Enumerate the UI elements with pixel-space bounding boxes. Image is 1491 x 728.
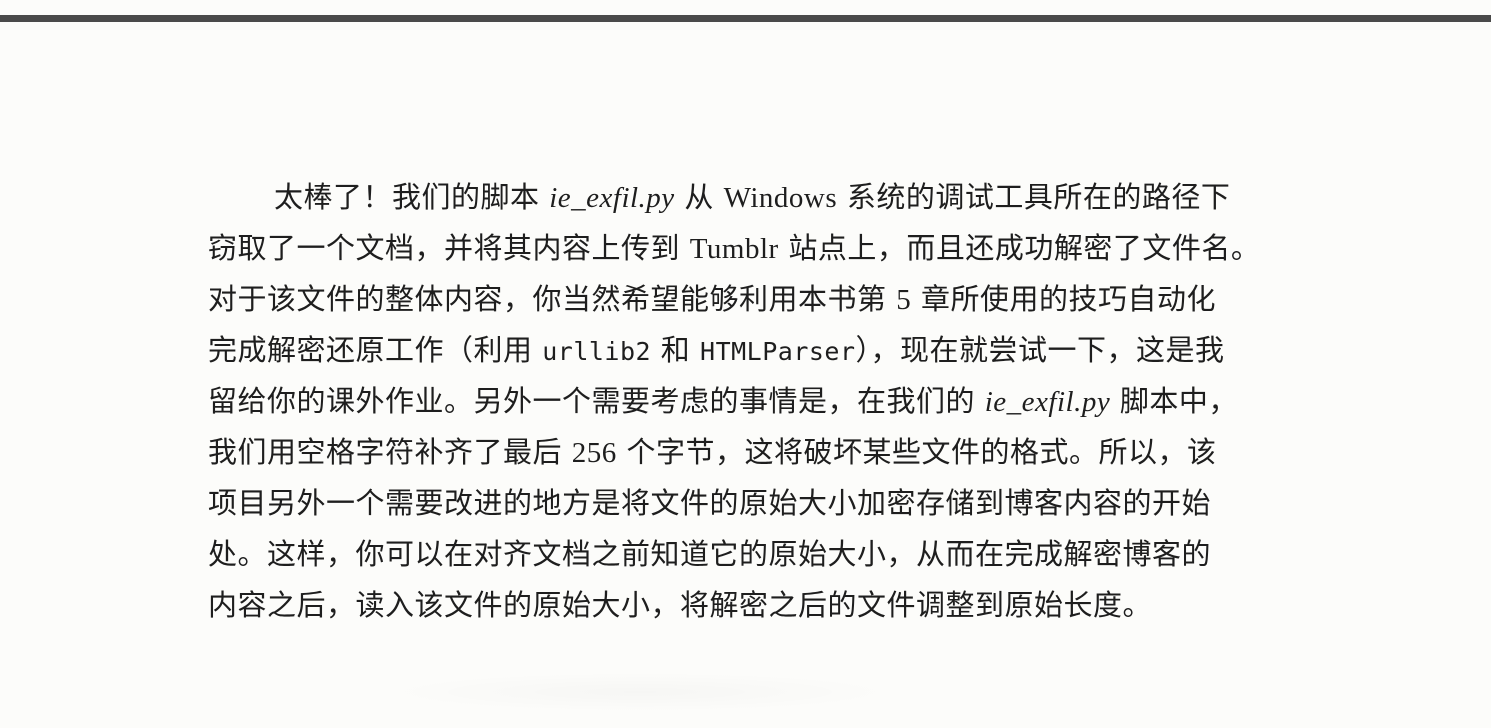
- text-line-5: 留给你的课外作业。另外一个需要考虑的事情是，在我们的 ie_exfil.py 脚…: [208, 384, 1238, 418]
- book-page: 太棒了！我们的脚本 ie_exfil.py 从 Windows 系统的调试工具所…: [0, 0, 1491, 728]
- text-line-3: 对于该文件的整体内容，你当然希望能够利用本书第 5 章所使用的技巧自动化: [208, 282, 1216, 316]
- text-line-6: 我们用空格字符补齐了最后 256 个字节，这将破坏某些文件的格式。所以，该: [208, 435, 1217, 469]
- code-htmlparser: HTMLParser: [700, 337, 856, 366]
- text-line-7: 项目另外一个需要改进的地方是将文件的原始大小加密存储到博客内容的开始: [208, 486, 1212, 520]
- code-urllib2: urllib2: [542, 337, 652, 366]
- header-rule: [0, 15, 1491, 22]
- text-line-9: 内容之后，读入该文件的原始大小，将解密之后的文件调整到原始长度。: [208, 588, 1153, 622]
- bleed-through-shadow: [380, 672, 900, 712]
- text-line-1: 太棒了！我们的脚本 ie_exfil.py 从 Windows 系统的调试工具所…: [274, 180, 1231, 214]
- text-line-8: 处。这样，你可以在对齐文档之前知道它的原始大小，从而在完成解密博客的: [208, 537, 1212, 571]
- script-filename: ie_exfil.py: [984, 386, 1111, 418]
- text-line-4: 完成解密还原工作（利用 urllib2 和 HTMLParser），现在就尝试一…: [208, 333, 1225, 367]
- script-filename: ie_exfil.py: [549, 182, 675, 214]
- body-paragraph: 太棒了！我们的脚本 ie_exfil.py 从 Windows 系统的调试工具所…: [208, 172, 1380, 631]
- text-line-2: 窃取了一个文档，并将其内容上传到 Tumblr 站点上，而且还成功解密了文件名。: [208, 231, 1261, 265]
